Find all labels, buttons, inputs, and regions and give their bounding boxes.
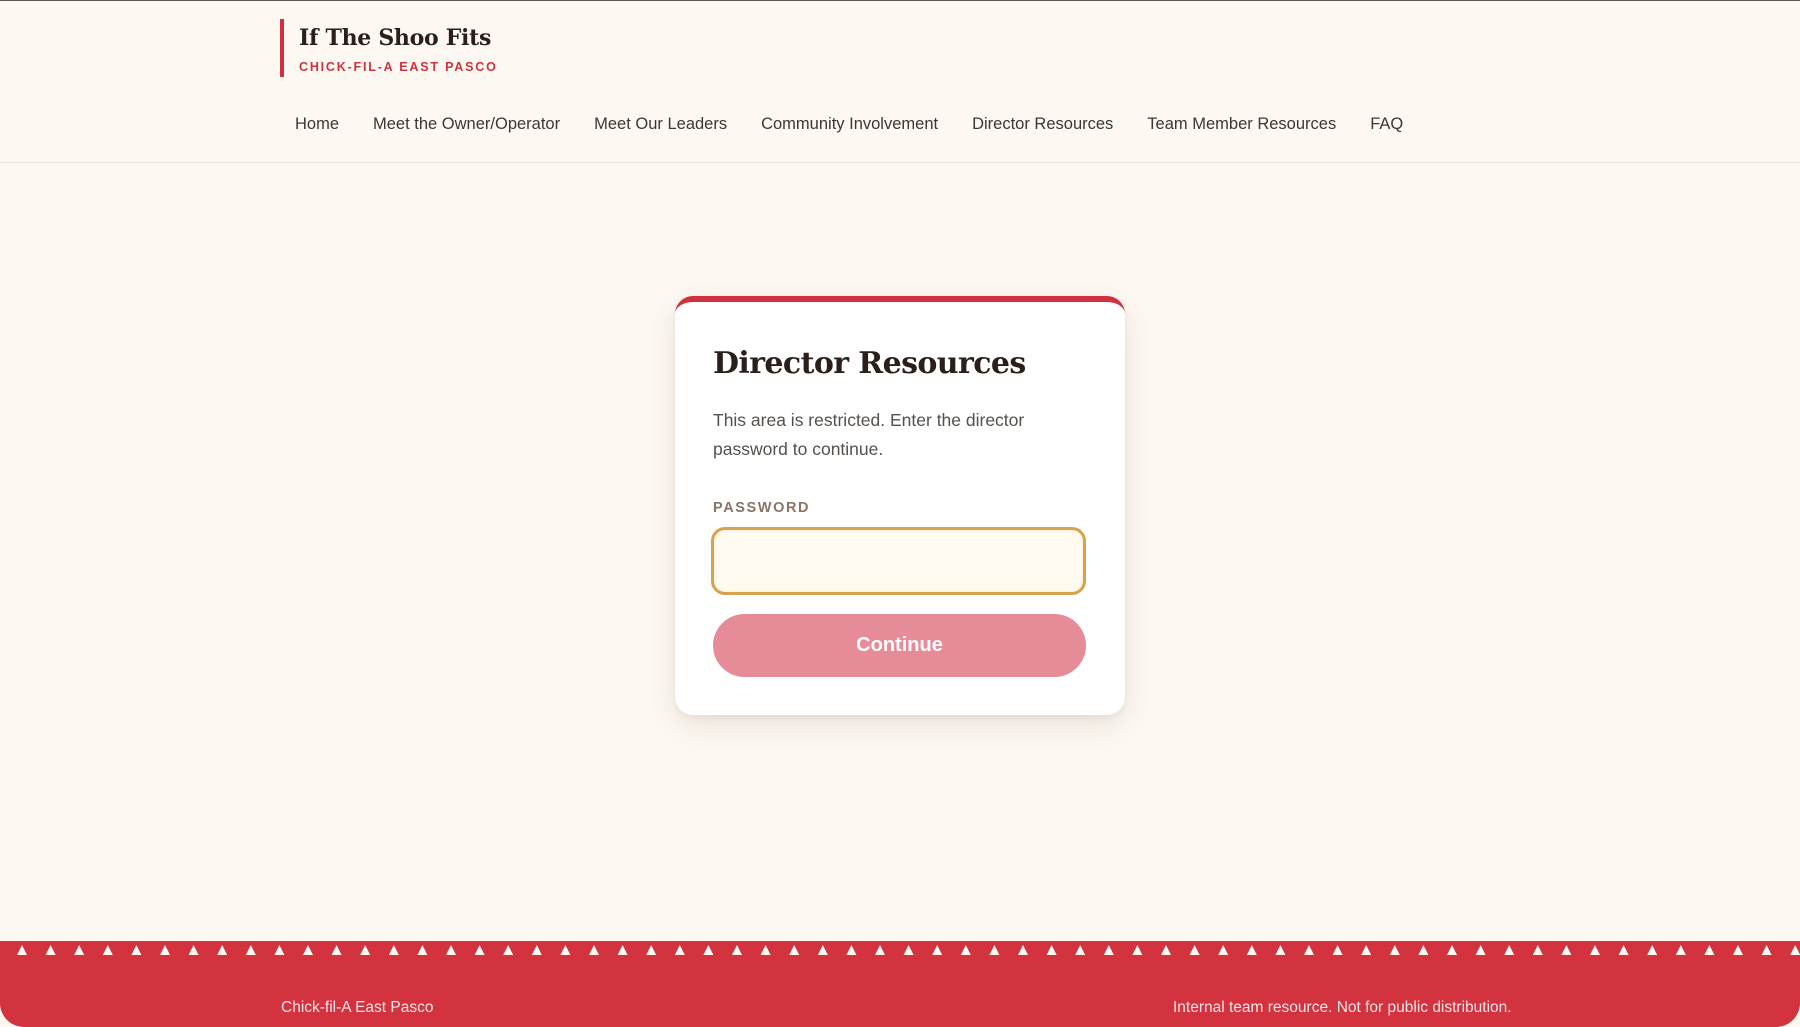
nav-link-community[interactable]: Community Involvement bbox=[744, 111, 955, 138]
nav-link-owner-operator[interactable]: Meet the Owner/Operator bbox=[356, 111, 577, 138]
brand-subtitle: CHICK-FIL-A EAST PASCO bbox=[299, 60, 498, 74]
brand-logo[interactable]: If The Shoo Fits CHICK-FIL-A EAST PASCO bbox=[280, 19, 498, 77]
site-footer: Chick-fil-A East Pasco Internal team res… bbox=[0, 941, 1800, 1027]
page: If The Shoo Fits CHICK-FIL-A EAST PASCO … bbox=[0, 0, 1800, 1027]
nav-link-director-resources[interactable]: Director Resources bbox=[955, 111, 1130, 138]
card-description: This area is restricted. Enter the direc… bbox=[713, 410, 1025, 459]
nav-link-faq[interactable]: FAQ bbox=[1353, 111, 1420, 138]
nav-link-team-member-resources[interactable]: Team Member Resources bbox=[1130, 111, 1353, 138]
footer-triangle-border bbox=[17, 945, 1800, 955]
main-nav: Home Meet the Owner/Operator Meet Our Le… bbox=[278, 111, 1420, 138]
nav-link-leaders[interactable]: Meet Our Leaders bbox=[577, 111, 744, 138]
footer-brand-text: Chick-fil-A East Pasco bbox=[281, 999, 434, 1016]
card-title: Director Resources bbox=[713, 346, 1026, 381]
login-card: Director Resources This area is restrict… bbox=[675, 296, 1125, 715]
brand-title: If The Shoo Fits bbox=[299, 25, 492, 51]
continue-button[interactable]: Continue bbox=[713, 614, 1086, 677]
nav-link-home[interactable]: Home bbox=[278, 111, 356, 138]
footer-notice-text: Internal team resource. Not for public d… bbox=[1173, 999, 1512, 1016]
site-header: If The Shoo Fits CHICK-FIL-A EAST PASCO … bbox=[0, 1, 1800, 163]
password-input[interactable] bbox=[711, 527, 1086, 595]
password-label: PASSWORD bbox=[713, 500, 811, 516]
